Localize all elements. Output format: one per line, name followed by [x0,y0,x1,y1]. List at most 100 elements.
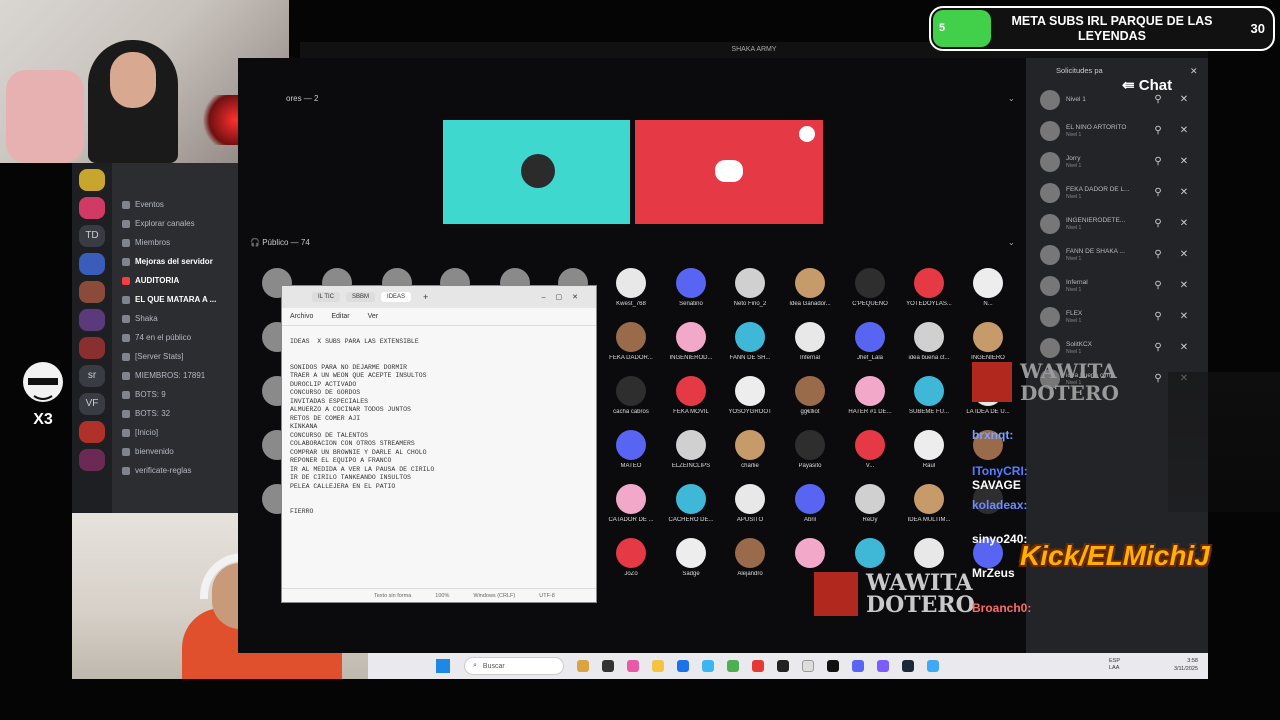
app-icon[interactable] [752,660,764,672]
app-icon[interactable] [827,660,839,672]
app-icon[interactable] [577,660,589,672]
server-icon[interactable] [79,197,105,219]
audience-member[interactable]: Jhef_Lala [840,322,900,361]
channel-item[interactable]: Mejoras del servidor [112,252,238,271]
channel-item[interactable]: [Inicio] [112,423,238,442]
edge-icon[interactable] [702,660,714,672]
windows-start-icon[interactable] [436,659,450,673]
audience-member[interactable]: YOTEDOYLAS... [899,268,959,307]
deny-icon[interactable]: ✕ [1176,342,1192,353]
audience-member[interactable]: Neto Fino_2 [720,268,780,307]
taskbar-search[interactable]: ⌕ Buscar [464,657,564,675]
audience-member[interactable]: Alejandro [720,538,780,577]
app-icon[interactable] [777,660,789,672]
channel-item[interactable]: Eventos [112,195,238,214]
discord-icon[interactable] [852,660,864,672]
add-tab-icon[interactable]: + [423,292,428,302]
notepad-text[interactable]: IDEAS X SUBS PARA LAS EXTENSIBLE SONIDOS… [282,326,596,529]
deny-icon[interactable]: ✕ [1176,311,1192,322]
folder-icon[interactable] [652,660,664,672]
audience-member[interactable]: C'PEQUEÑO [840,268,900,307]
audience-member[interactable]: Raul [899,430,959,469]
invite-to-speak-icon[interactable]: ⚲ [1150,342,1166,353]
audience-member[interactable]: Abril [780,484,840,523]
channel-item[interactable]: EL QUE MATARA A ... [112,290,238,309]
chrome-icon[interactable] [727,660,739,672]
channel-item[interactable]: MIEMBROS: 17891 [112,366,238,385]
audience-member[interactable]: Senatino [661,268,721,307]
invite-to-speak-icon[interactable]: ⚲ [1150,156,1166,167]
audience-member[interactable] [899,538,959,571]
channel-item[interactable]: [Server Stats] [112,347,238,366]
audience-member[interactable]: MATEO [601,430,661,469]
notepad-icon[interactable] [802,660,814,672]
audience-member[interactable]: V... [840,430,900,469]
channel-item[interactable]: Miembros [112,233,238,252]
audience-member[interactable] [780,538,840,571]
invite-to-speak-icon[interactable]: ⚲ [1150,373,1166,384]
audience-member[interactable]: idea buena ct... [899,322,959,361]
audience-member[interactable]: FANN DE SH... [720,322,780,361]
channel-item[interactable]: Explorar canales [112,214,238,233]
app-icon[interactable] [927,660,939,672]
audience-member[interactable]: Idea Ganador... [780,268,840,307]
window-controls[interactable]: –▢✕ [542,293,588,301]
invite-to-speak-icon[interactable]: ⚲ [1150,311,1166,322]
server-icon-sr[interactable]: sr [79,365,105,387]
speaker-tile-user[interactable] [443,120,630,224]
chevron-down-icon[interactable]: ⌄ [1008,238,1015,247]
app-icon[interactable] [627,660,639,672]
deny-icon[interactable]: ✕ [1176,218,1192,229]
channel-item[interactable]: Shaka [112,309,238,328]
app-icon[interactable] [877,660,889,672]
audience-member[interactable]: ELZEINCLIPS [661,430,721,469]
audience-member[interactable]: charlie [720,430,780,469]
menu-ver[interactable]: Ver [368,313,379,320]
menu-editar[interactable]: Editar [331,313,349,320]
server-icon[interactable] [79,421,105,443]
server-icon[interactable] [79,449,105,471]
channel-item[interactable]: BOTS: 9 [112,385,238,404]
app-icon[interactable] [677,660,689,672]
channel-item[interactable]: verificate-reglas [112,461,238,480]
server-icon[interactable] [79,253,105,275]
audience-member[interactable]: cacha cabros [601,376,661,415]
invite-to-speak-icon[interactable]: ⚲ [1150,280,1166,291]
taskbar-clock[interactable]: 3:58 3/11/2025 [1174,657,1198,673]
audience-member[interactable]: Kwest_768 [601,268,661,307]
deny-icon[interactable]: ✕ [1176,187,1192,198]
language-indicator[interactable]: ESP LAA [1109,658,1120,672]
steam-icon[interactable] [902,660,914,672]
channel-item[interactable]: BOTS: 32 [112,404,238,423]
tab[interactable]: SBBM [346,292,376,302]
menu-archivo[interactable]: Archivo [290,313,313,320]
audience-member[interactable]: INGENIEROD... [661,322,721,361]
server-icon-td[interactable]: TD [79,225,105,247]
audience-member[interactable]: FEKA DADOR... [601,322,661,361]
chevron-down-icon[interactable]: ⌄ [1008,94,1015,103]
server-icon[interactable] [79,337,105,359]
audience-member[interactable]: HATER #1 DE... [840,376,900,415]
audience-member[interactable]: YOSOYGROOT [720,376,780,415]
audience-member[interactable]: Infernal [780,322,840,361]
server-icon[interactable] [79,309,105,331]
server-icon-vf[interactable]: VF [79,393,105,415]
invite-to-speak-icon[interactable]: ⚲ [1150,125,1166,136]
channel-item[interactable]: AUDITORIA [112,271,238,290]
audience-member[interactable] [840,538,900,571]
tab-active[interactable]: IDEAS [381,292,412,302]
audience-member[interactable]: Sadge [661,538,721,577]
audience-member[interactable]: APUSITO [720,484,780,523]
audience-member[interactable]: CACHERO DE... [661,484,721,523]
audience-member[interactable]: ReDy [840,484,900,523]
deny-icon[interactable]: ✕ [1176,280,1192,291]
deny-icon[interactable]: ✕ [1176,125,1192,136]
tab[interactable]: IL TIC [312,292,341,302]
audience-member[interactable]: gg€lliot [780,376,840,415]
audience-member[interactable]: IDEA MULTIM... [899,484,959,523]
channel-item[interactable]: bienvenido [112,442,238,461]
audience-member[interactable]: Payasito [780,430,840,469]
audience-member[interactable]: N... [958,268,1018,307]
taskview-icon[interactable] [602,660,614,672]
deny-icon[interactable]: ✕ [1176,94,1192,105]
